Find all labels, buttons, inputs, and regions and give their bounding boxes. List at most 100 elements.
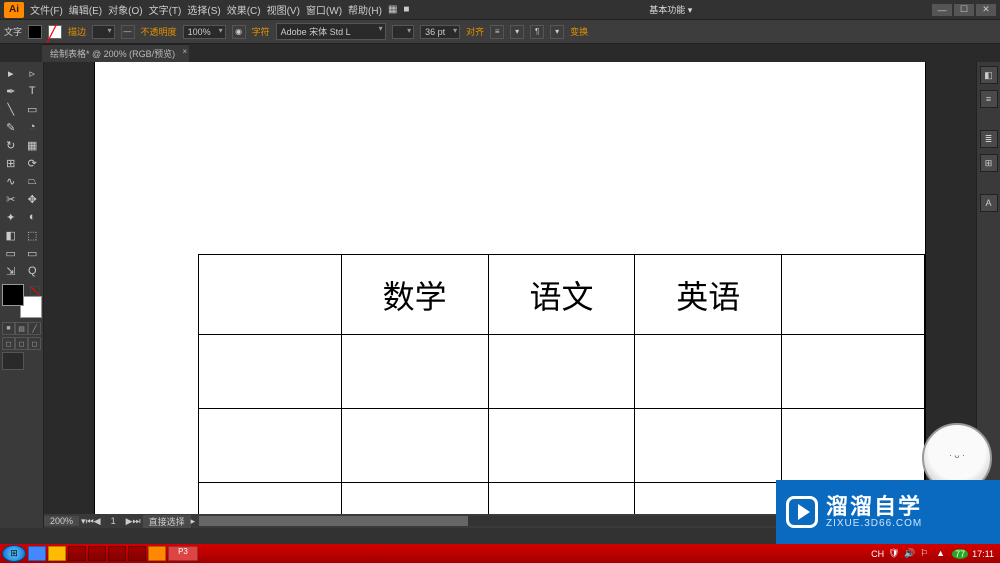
start-button[interactable]: ⊞ xyxy=(2,545,26,562)
table-cell[interactable]: 语文 xyxy=(488,255,635,335)
opacity-dropdown[interactable]: 100% xyxy=(183,25,226,39)
nav-first-icon[interactable]: ⏮ xyxy=(86,516,94,527)
clock[interactable]: 17:11 xyxy=(972,549,994,559)
table-cell[interactable] xyxy=(199,335,342,409)
color-mode-solid[interactable]: ■ xyxy=(2,322,15,335)
taskbar-app-illustrator[interactable] xyxy=(148,546,166,561)
menu-effect[interactable]: 效果(C) xyxy=(227,2,261,17)
pencil-tool[interactable]: ◔ xyxy=(22,118,44,136)
menu-help[interactable]: 帮助(H) xyxy=(348,2,382,17)
taskbar-app[interactable] xyxy=(108,546,126,561)
scrollbar-thumb[interactable] xyxy=(199,516,468,526)
menu-file[interactable]: 文件(F) xyxy=(30,2,63,17)
tab-close-icon[interactable]: × xyxy=(183,47,188,56)
selection-tool[interactable]: ▸ xyxy=(0,64,22,82)
font-family-dropdown[interactable]: Adobe 宋体 Std L xyxy=(276,23,386,40)
pen-tool[interactable]: ✒ xyxy=(0,82,22,100)
table-cell[interactable] xyxy=(635,409,782,483)
artboard[interactable]: 数学 语文 英语 xyxy=(95,62,925,514)
panel-stroke-button[interactable]: ≣ xyxy=(980,130,998,148)
table-cell[interactable] xyxy=(488,409,635,483)
recolor-button[interactable]: ◉ xyxy=(232,25,246,39)
scale-tool[interactable]: ▦ xyxy=(22,136,44,154)
paragraph-button[interactable]: ¶ xyxy=(530,25,544,39)
taskbar-app[interactable] xyxy=(68,546,86,561)
menu-object[interactable]: 对象(O) xyxy=(108,2,142,17)
table-cell[interactable]: 数学 xyxy=(341,255,488,335)
type-tool[interactable]: T xyxy=(22,82,44,100)
panel-color-button[interactable]: ◧ xyxy=(980,66,998,84)
taskbar-app[interactable] xyxy=(28,546,46,561)
document-table[interactable]: 数学 语文 英语 xyxy=(198,254,925,514)
align-dropdown[interactable]: ▾ xyxy=(510,25,524,39)
taskbar-app[interactable] xyxy=(128,546,146,561)
table-cell[interactable] xyxy=(341,483,488,515)
rectangle-tool[interactable]: ▭ xyxy=(22,100,44,118)
maximize-button[interactable]: ☐ xyxy=(954,4,974,16)
free-transform-tool[interactable]: ⟳ xyxy=(22,154,44,172)
panel-gradient-button[interactable]: ⊞ xyxy=(980,154,998,172)
line-tool[interactable]: ╲ xyxy=(0,100,22,118)
none-color-icon[interactable] xyxy=(30,286,40,296)
move-tool[interactable]: ✥ xyxy=(22,190,44,208)
menu-view[interactable]: 视图(V) xyxy=(267,2,300,17)
panel-type-button[interactable]: A xyxy=(980,194,998,212)
table-cell[interactable] xyxy=(488,335,635,409)
foreground-color[interactable] xyxy=(2,284,24,306)
taskbar-app[interactable] xyxy=(48,546,66,561)
workspace-switcher[interactable]: 基本功能 ▾ xyxy=(649,3,692,16)
table-cell[interactable] xyxy=(635,335,782,409)
screen-mode-button[interactable] xyxy=(2,352,24,370)
document-tab[interactable]: 绘制表格* @ 200% (RGB/预览) × xyxy=(42,44,189,62)
draw-normal[interactable]: ◻ xyxy=(2,337,15,350)
minimize-button[interactable]: — xyxy=(932,4,952,16)
swap-tool[interactable]: ⇲ xyxy=(0,262,22,280)
canvas-viewport[interactable]: 数学 语文 英语 xyxy=(44,62,976,514)
tray-icon[interactable]: 🔊 xyxy=(904,548,916,560)
hand-tool[interactable]: ▭ xyxy=(0,244,22,262)
artboard-tool[interactable]: ◧ xyxy=(0,226,22,244)
menu-select[interactable]: 选择(S) xyxy=(187,2,220,17)
rotate-tool[interactable]: ↻ xyxy=(0,136,22,154)
shape-builder-tool[interactable]: ∿ xyxy=(0,172,22,190)
stroke-dash-dropdown[interactable]: — xyxy=(121,25,135,39)
color-picker[interactable] xyxy=(2,284,42,318)
taskbar-app[interactable] xyxy=(88,546,106,561)
fill-swatch[interactable] xyxy=(28,25,42,39)
scissors-tool[interactable]: ✂ xyxy=(0,190,22,208)
font-size-dropdown[interactable]: 36 pt xyxy=(420,25,460,39)
slice-tool[interactable]: ⬚ xyxy=(22,226,44,244)
table-cell[interactable] xyxy=(341,335,488,409)
nav-last-icon[interactable]: ⏭ xyxy=(133,516,141,527)
symbol-tool[interactable]: ✦ xyxy=(0,208,22,226)
taskbar-app-powerpoint[interactable]: P3 xyxy=(168,546,198,561)
menu-edit[interactable]: 编辑(E) xyxy=(69,2,102,17)
status-dropdown-icon[interactable]: ▸ xyxy=(191,516,196,527)
menu-type[interactable]: 文字(T) xyxy=(149,2,182,17)
draw-behind[interactable]: ◻ xyxy=(15,337,28,350)
table-cell[interactable] xyxy=(782,335,925,409)
tray-icon[interactable]: ⚐ xyxy=(920,548,932,560)
tray-indicator[interactable]: 77 xyxy=(952,549,968,559)
align-left-button[interactable]: ≡ xyxy=(490,25,504,39)
color-mode-none[interactable]: ╱ xyxy=(28,322,41,335)
color-mode-gradient[interactable]: ▤ xyxy=(15,322,28,335)
brush-tool[interactable]: ✎ xyxy=(0,118,22,136)
table-cell[interactable] xyxy=(199,483,342,515)
table-cell[interactable] xyxy=(488,483,635,515)
table-cell[interactable]: 英语 xyxy=(635,255,782,335)
width-tool[interactable]: ⊞ xyxy=(0,154,22,172)
table-cell[interactable] xyxy=(199,255,342,335)
font-style-dropdown[interactable] xyxy=(392,25,415,39)
stroke-swatch[interactable]: ╱ xyxy=(48,25,62,39)
table-cell[interactable] xyxy=(341,409,488,483)
layout-icon[interactable]: ▦ xyxy=(388,4,397,15)
magnify-tool[interactable]: Q xyxy=(22,262,44,280)
table-cell[interactable] xyxy=(635,483,782,515)
tray-icon[interactable]: ▲ xyxy=(936,548,948,560)
close-button[interactable]: ✕ xyxy=(976,4,996,16)
nav-prev-icon[interactable]: ◀ xyxy=(94,516,101,527)
nav-next-icon[interactable]: ▶ xyxy=(126,516,133,527)
table-cell[interactable] xyxy=(199,409,342,483)
zoom-tool[interactable]: ▭ xyxy=(22,244,44,262)
